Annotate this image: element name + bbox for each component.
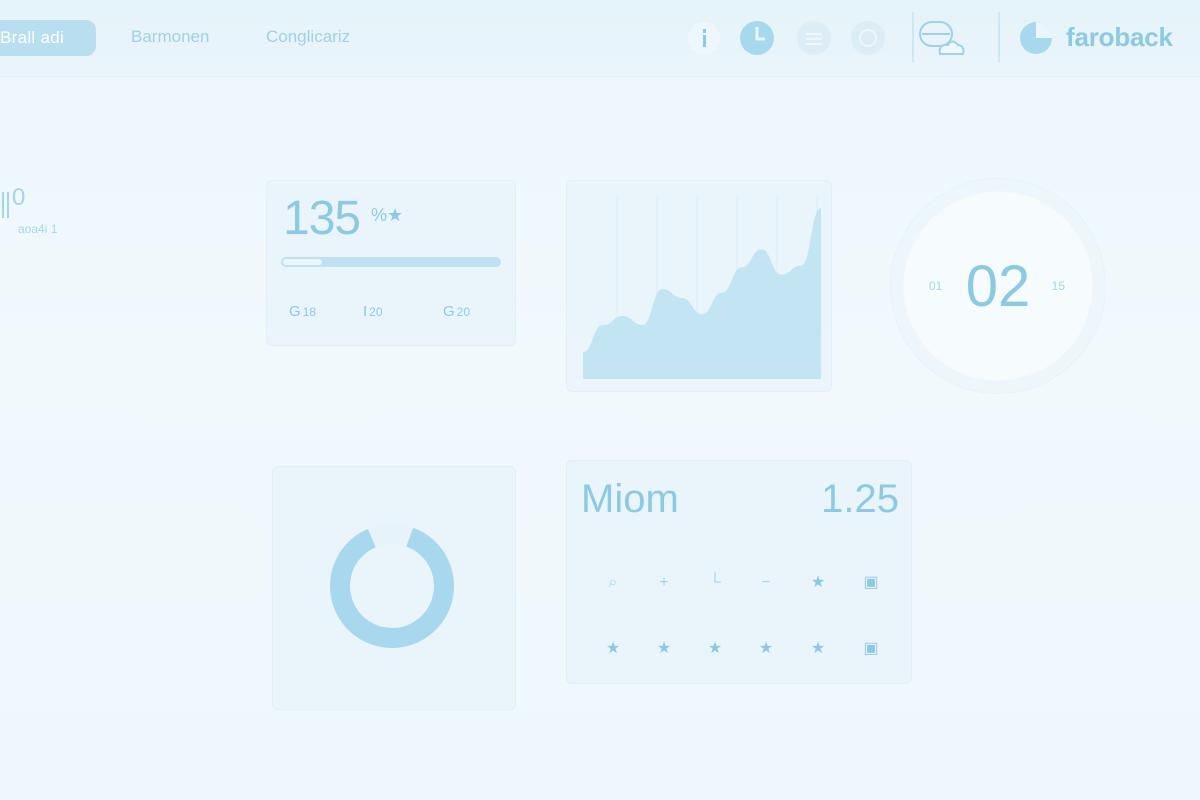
side-stat-subtext: aoa4i 1 [18,222,58,236]
stat-item: G 18 [289,303,316,320]
stat-value: 20 [456,304,471,319]
star-icon[interactable]: ★ [705,639,725,659]
chart-icon[interactable]: └ [705,573,725,593]
side-stat-bar [2,192,4,218]
globe-icon[interactable] [850,20,886,56]
stat-value: 18 [302,304,317,319]
square-icon[interactable]: ▣ [861,639,881,659]
count-card: 135 %★ G 18 I 20 G 20 [266,180,516,346]
pie-logo-icon [1020,22,1052,54]
area-chart-card [566,180,832,392]
progress-bar [281,257,501,267]
count-tag: %★ [371,205,404,225]
minus-icon[interactable]: − [756,573,776,593]
metric-title: Miom [581,477,679,521]
toolbar-divider [912,12,914,62]
metric-value: 1.25 [821,477,899,521]
nav-tab-brall-adi[interactable]: Brall adi [0,20,96,56]
gauge-dial: 01 02 15 [890,178,1106,394]
metric-card: Miom 1.25 ⌕ + └ − ★ ▣ ★ ★ ★ ★ ★ ▣ [566,460,912,684]
toolbar-divider-2 [998,12,1000,62]
list-icon[interactable] [796,20,832,56]
star-icon[interactable]: ★ [603,639,623,659]
side-stat-bar [7,192,9,218]
area-series [583,208,821,379]
area-chart [583,195,821,379]
donut-card [272,466,516,710]
stat-value: 20 [369,304,383,319]
star-icon[interactable]: ★ [808,573,828,593]
star-icon[interactable]: ★ [654,639,674,659]
square-icon[interactable]: ▣ [861,573,881,593]
stat-icon: G [289,303,301,320]
gauge-value: 02 [965,254,1031,319]
nav-tab-barmonen[interactable]: Barmonen [131,27,209,47]
search-icon[interactable]: ⌕ [603,573,623,593]
stat-item: I 20 [363,303,383,320]
stat-icon: G [443,303,455,320]
nav-tab-conglicariz[interactable]: Conglicariz [266,27,350,47]
clock-icon[interactable] [739,20,775,56]
side-stat: 0 aoa4i 1 [0,184,80,246]
plus-icon[interactable]: + [654,573,674,593]
cloud-monitor-icon[interactable] [918,18,966,58]
stat-icon: I [363,303,368,320]
brand-name: faroback [1066,22,1173,52]
side-stat-value: 0 [12,184,26,211]
star-icon[interactable]: ★ [808,639,828,659]
count-value: 135 [283,192,361,245]
star-icon[interactable]: ★ [756,639,776,659]
progress-fill [283,259,322,265]
gauge-right-label: 15 [1051,279,1065,293]
top-bar: Brall adi Barmonen Conglicariz faroback [0,0,1200,77]
info-icon[interactable] [686,20,722,56]
stat-item: G 20 [443,303,470,320]
donut-chart [330,524,454,648]
